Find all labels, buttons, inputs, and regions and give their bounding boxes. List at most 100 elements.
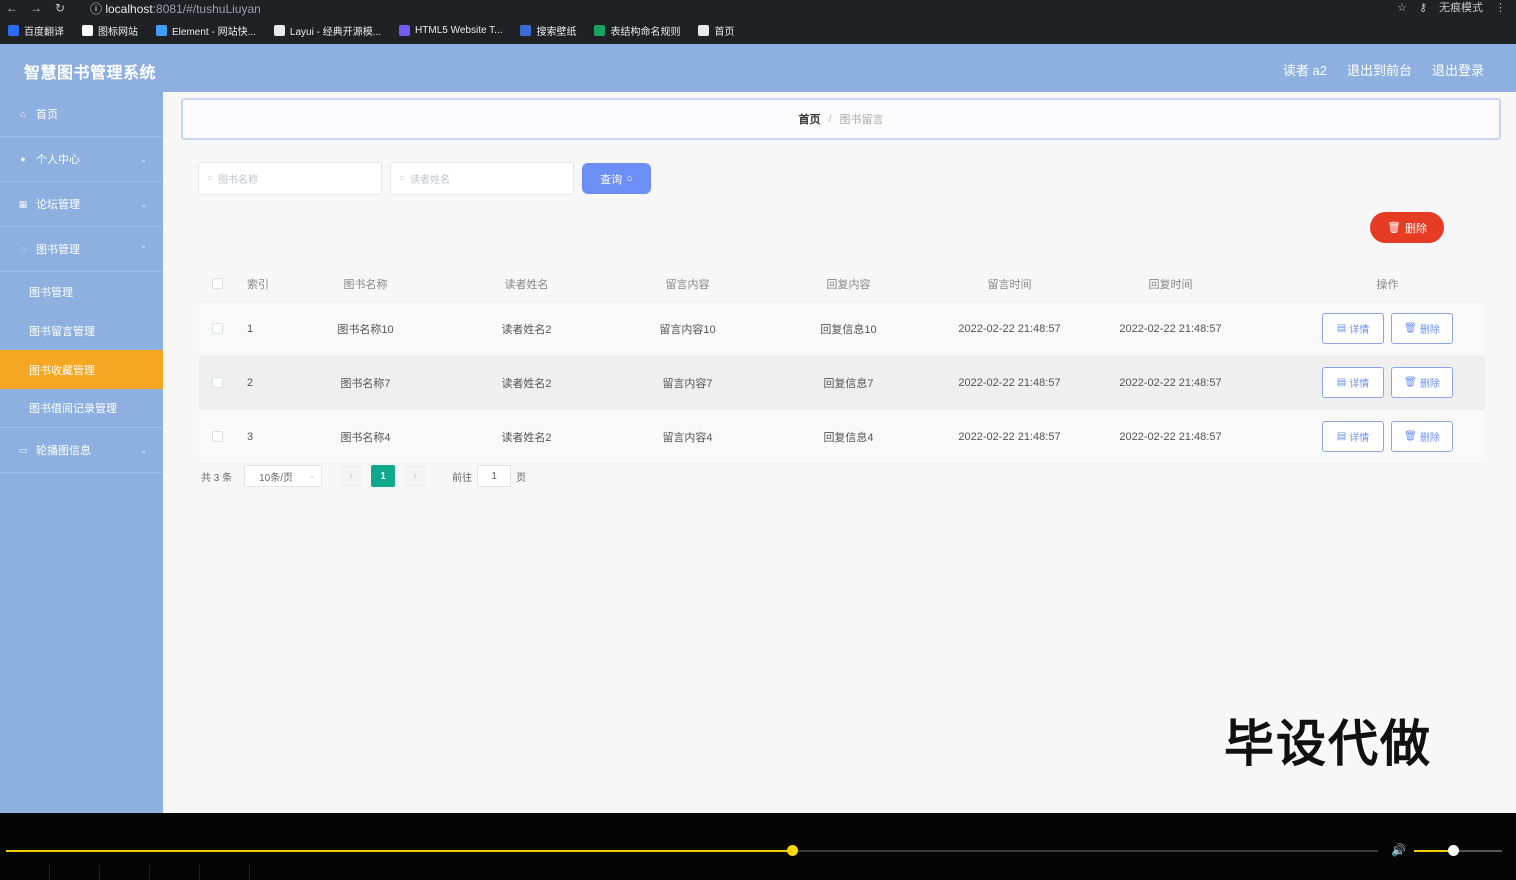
bookmark-favicon-icon xyxy=(156,24,167,36)
goto-page-input[interactable]: 1 xyxy=(477,465,512,487)
cell-reply-time: 2022-02-22 21:48:57 xyxy=(1119,430,1222,443)
row-delete-label: 删除 xyxy=(1419,433,1440,444)
sidebar-item-personal-center[interactable]: ● 个人中心 ⌄ xyxy=(0,137,163,182)
row-checkbox[interactable] xyxy=(211,431,223,442)
book-name-search-input[interactable]: ○ 图书名称 xyxy=(198,162,382,195)
address-bar[interactable]: ⓘ localhost:8081/#/tushuLiuyan xyxy=(90,0,261,17)
row-delete-button[interactable]: 🗑 删除 xyxy=(1391,367,1453,398)
sidebar-subitem-borrow-records[interactable]: 图书借阅记录管理 xyxy=(0,389,163,428)
bookmark-item[interactable]: Element - 网站快... xyxy=(156,23,256,38)
bookmark-item[interactable]: 首页 xyxy=(698,23,734,38)
goto-prefix: 前往 xyxy=(452,472,473,484)
select-all-checkbox-cell xyxy=(199,278,235,289)
cell-ops: ▤ 详情 🗑 删除 xyxy=(1251,313,1484,344)
bookmark-label: Element - 网站快... xyxy=(172,26,256,38)
cell-reader: 读者姓名2 xyxy=(501,323,552,336)
col-header-ops: 操作 xyxy=(1376,278,1399,291)
url-path: :8081/#/tushuLiuyan xyxy=(152,1,261,16)
detail-button[interactable]: ▤ 详情 xyxy=(1322,367,1384,398)
progress-fill xyxy=(6,850,792,852)
progress-track[interactable] xyxy=(6,845,1378,856)
app-header: 智慧图书管理系统 读者 a2 退出到前台 退出登录 xyxy=(0,44,1516,92)
row-checkbox[interactable] xyxy=(211,377,223,388)
player-segment xyxy=(100,865,150,880)
bookmark-item[interactable]: 表结构命名规则 xyxy=(594,23,680,38)
sidebar-item-forum[interactable]: ▦ 论坛管理 ⌄ xyxy=(0,182,163,227)
row-delete-button[interactable]: 🗑 删除 xyxy=(1391,421,1453,452)
star-icon[interactable]: ☆ xyxy=(1397,1,1407,14)
cell-reply: 回复信息10 xyxy=(820,323,877,336)
prev-page-button[interactable]: ‹ xyxy=(340,465,363,487)
bookmark-item[interactable]: 搜索壁纸 xyxy=(520,23,576,38)
bookmark-label: Layui - 经典开源模... xyxy=(289,26,382,38)
incognito-badge[interactable]: 无痕模式 xyxy=(1439,0,1483,15)
volume-knob[interactable] xyxy=(1448,845,1459,856)
row-checkbox-cell xyxy=(199,377,235,388)
bookmark-favicon-icon xyxy=(399,24,411,36)
header-links: 读者 a2 退出到前台 退出登录 xyxy=(1283,60,1484,79)
sidebar-subitem-book-messages[interactable]: 图书留言管理 xyxy=(0,311,163,350)
pagination: 共 3 条 10条/页 ⌄ ‹ 1 › 前往 1 页 xyxy=(201,465,526,487)
trash-icon: 🗑 xyxy=(1387,222,1401,234)
logout-link[interactable]: 退出登录 xyxy=(1432,60,1484,79)
key-icon[interactable]: ⚷ xyxy=(1419,1,1427,14)
chevron-down-icon: ⌄ xyxy=(309,473,316,480)
volume-icon[interactable]: 🔊 xyxy=(1391,843,1406,857)
sidebar-subitem-book-favorites[interactable]: 图书收藏管理 xyxy=(0,350,163,389)
table-header: 索引 图书名称 读者姓名 留言内容 回复内容 留言时间 回复时间 操作 xyxy=(199,266,1485,302)
page-number-current[interactable]: 1 xyxy=(371,465,396,487)
volume-track[interactable] xyxy=(1414,845,1502,856)
breadcrumb-separator: / xyxy=(828,113,832,125)
page-size-select[interactable]: 10条/页 ⌄ xyxy=(244,465,323,487)
breadcrumb-home[interactable]: 首页 xyxy=(798,111,820,127)
sidebar-item-books[interactable]: ◌ 图书管理 ⌃ xyxy=(0,227,163,272)
row-checkbox[interactable] xyxy=(211,323,223,334)
breadcrumb: 首页 / 图书留言 xyxy=(181,98,1501,140)
bookmark-favicon-icon xyxy=(273,24,285,36)
cell-index: 1 xyxy=(247,322,254,335)
bookmarks-bar: 百度翻译 图标网站 Element - 网站快... Layui - 经典开源模...… xyxy=(0,18,734,42)
sidebar-subitem-book-manage[interactable]: 图书管理 xyxy=(0,272,163,311)
cell-index: 2 xyxy=(247,376,254,389)
row-checkbox-cell xyxy=(199,431,235,442)
sidebar-item-label: 首页 xyxy=(36,109,58,121)
bulk-delete-button[interactable]: 🗑 删除 xyxy=(1370,212,1444,243)
chevron-up-icon: ⌃ xyxy=(140,244,147,254)
menu-icon[interactable]: ⋮ xyxy=(1495,1,1506,14)
forward-icon[interactable]: → xyxy=(24,1,48,15)
query-button[interactable]: 查询 ○ xyxy=(582,163,651,194)
sidebar-item-home[interactable]: ⌂ 首页 xyxy=(0,92,163,137)
table-row: 1 图书名称10 读者姓名2 留言内容10 回复信息10 2022-02-22 21:48… xyxy=(199,302,1485,356)
back-icon[interactable]: ← xyxy=(0,1,24,15)
reload-icon[interactable]: ↻ xyxy=(48,1,72,15)
chevron-down-icon: ⌄ xyxy=(140,154,147,164)
detail-button[interactable]: ▤ 详情 xyxy=(1322,421,1384,452)
select-all-checkbox[interactable] xyxy=(211,278,223,289)
document-icon: ▤ xyxy=(1336,377,1347,388)
col-header-message: 留言内容 xyxy=(665,278,710,291)
bookmark-item[interactable]: 图标网站 xyxy=(82,23,138,38)
detail-button[interactable]: ▤ 详情 xyxy=(1322,313,1384,344)
browser-chrome: ← → ↻ ⓘ localhost:8081/#/tushuLiuyan ☆ ⚷… xyxy=(0,0,1516,44)
search-icon: ○ xyxy=(626,172,633,185)
cell-ops: ▤ 详情 🗑 删除 xyxy=(1251,421,1484,452)
document-icon: ▤ xyxy=(1336,323,1347,334)
reader-name-search-input[interactable]: ○ 读者姓名 xyxy=(390,162,574,195)
bulk-delete-label: 删除 xyxy=(1404,222,1427,235)
next-page-button[interactable]: › xyxy=(404,465,427,487)
bookmark-item[interactable]: 百度翻译 xyxy=(8,23,64,38)
cell-ops: ▤ 详情 🗑 删除 xyxy=(1251,367,1484,398)
sidebar-item-carousel[interactable]: ▭ 轮播图信息 ⌄ xyxy=(0,428,163,473)
current-user[interactable]: 读者 a2 xyxy=(1283,60,1327,79)
exit-to-front-link[interactable]: 退出到前台 xyxy=(1347,60,1412,79)
app-title: 智慧图书管理系统 xyxy=(24,65,157,82)
player-controls-row xyxy=(0,865,1516,880)
chevron-down-icon: ⌄ xyxy=(140,199,147,209)
watermark-text: 毕设代做 xyxy=(1224,715,1432,773)
col-header-reader: 读者姓名 xyxy=(504,278,549,291)
progress-knob[interactable] xyxy=(787,845,798,856)
row-delete-button[interactable]: 🗑 删除 xyxy=(1391,313,1453,344)
sidebar-subitem-label: 图书管理 xyxy=(29,286,73,299)
bookmark-item[interactable]: HTML5 Website T... xyxy=(399,24,502,36)
bookmark-item[interactable]: Layui - 经典开源模... xyxy=(273,23,382,38)
